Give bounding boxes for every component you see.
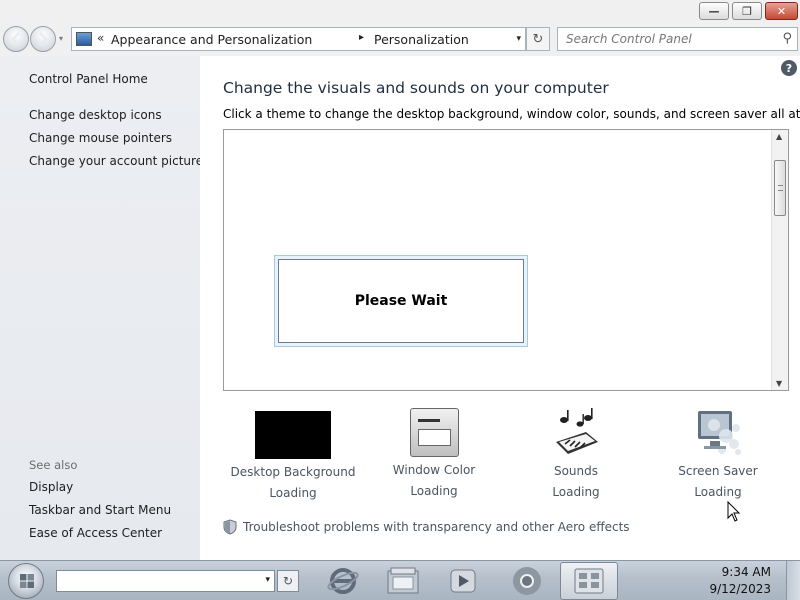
sounds-icon bbox=[556, 408, 598, 454]
breadcrumb-separator-icon[interactable]: ▸ bbox=[359, 32, 364, 43]
change-desktop-icons-link[interactable]: Change desktop icons bbox=[29, 108, 162, 122]
chrome-icon[interactable] bbox=[498, 562, 556, 600]
minimize-button[interactable]: — bbox=[699, 2, 729, 20]
taskbar-start-menu-link[interactable]: Taskbar and Start Menu bbox=[29, 503, 171, 517]
go-icon: ↻ bbox=[282, 574, 294, 588]
please-wait-dialog: Please Wait bbox=[274, 255, 528, 347]
sounds-status: Loading bbox=[552, 485, 600, 499]
screen-saver-option[interactable]: Screen Saver Loading bbox=[643, 408, 793, 499]
taskbar-go-button[interactable]: ↻ bbox=[277, 570, 299, 592]
refresh-icon: ↻ bbox=[532, 31, 544, 47]
taskbar: ▾ ↻ 9:34 AM 9/12/2023 bbox=[0, 560, 800, 600]
screen-saver-label[interactable]: Screen Saver bbox=[643, 464, 793, 478]
screen-saver-status: Loading bbox=[694, 485, 742, 499]
screen-saver-icon bbox=[698, 411, 741, 455]
scroll-down-icon[interactable]: ▼ bbox=[776, 379, 782, 388]
back-arrow-icon bbox=[11, 32, 20, 46]
control-panel-taskbar-button[interactable] bbox=[560, 562, 618, 600]
left-navigation-pane: Control Panel Home Change desktop icons … bbox=[0, 56, 203, 560]
breadcrumb-appearance[interactable]: Appearance and Personalization bbox=[111, 32, 312, 47]
control-panel-icon bbox=[76, 32, 92, 46]
maximize-icon: ❐ bbox=[742, 4, 752, 18]
back-button[interactable] bbox=[3, 26, 29, 52]
theme-list[interactable]: Please Wait ▲ ▼ bbox=[223, 129, 789, 391]
recent-pages-dropdown-icon[interactable]: ▾ bbox=[59, 34, 63, 43]
scrollbar-thumb[interactable] bbox=[774, 160, 786, 216]
sounds-label[interactable]: Sounds bbox=[501, 464, 651, 478]
maximize-button[interactable]: ❐ bbox=[732, 2, 762, 20]
sounds-option[interactable]: Sounds Loading bbox=[501, 408, 651, 499]
change-mouse-pointers-link[interactable]: Change mouse pointers bbox=[29, 131, 172, 145]
address-overflow-chevron-icon[interactable]: « bbox=[97, 31, 104, 45]
troubleshoot-aero-link[interactable]: Troubleshoot problems with transparency … bbox=[223, 519, 630, 535]
media-player-icon[interactable] bbox=[434, 562, 492, 600]
see-also-heading: See also bbox=[29, 458, 78, 472]
close-icon: ✕ bbox=[776, 4, 787, 18]
please-wait-message: Please Wait bbox=[278, 259, 524, 343]
troubleshoot-aero-text[interactable]: Troubleshoot problems with transparency … bbox=[243, 520, 630, 534]
search-icon[interactable]: ⚲ bbox=[782, 31, 792, 46]
clock-date: 9/12/2023 bbox=[709, 582, 771, 596]
taskbar-address-dropdown-icon[interactable]: ▾ bbox=[265, 575, 270, 585]
change-account-picture-link[interactable]: Change your account picture bbox=[29, 154, 203, 168]
mouse-cursor-icon bbox=[727, 501, 741, 522]
control-panel-icon bbox=[574, 568, 604, 594]
breadcrumb-personalization[interactable]: Personalization bbox=[374, 32, 469, 47]
refresh-button[interactable]: ↻ bbox=[526, 27, 550, 51]
navigation-bar: ▾ « Appearance and Personalization ▸ Per… bbox=[0, 24, 800, 54]
desktop-background-icon bbox=[255, 411, 331, 459]
display-link[interactable]: Display bbox=[29, 480, 73, 494]
start-button[interactable] bbox=[8, 563, 44, 599]
window-controls: — ❐ ✕ bbox=[699, 2, 798, 20]
window-color-label[interactable]: Window Color bbox=[359, 463, 509, 477]
title-bar: — ❐ ✕ bbox=[0, 0, 800, 24]
search-box[interactable]: ⚲ bbox=[557, 27, 798, 51]
windows-logo-icon bbox=[20, 574, 34, 588]
internet-explorer-icon[interactable] bbox=[314, 562, 372, 600]
ease-of-access-link[interactable]: Ease of Access Center bbox=[29, 526, 162, 540]
forward-button[interactable] bbox=[30, 26, 56, 52]
window-color-status: Loading bbox=[410, 484, 458, 498]
taskbar-address-toolbar[interactable]: ▾ bbox=[56, 570, 275, 592]
desktop-background-option[interactable]: Desktop Background Loading bbox=[218, 408, 368, 500]
main-content: ? Change the visuals and sounds on your … bbox=[200, 56, 800, 560]
clock-time: 9:34 AM bbox=[721, 565, 771, 579]
shield-icon bbox=[223, 519, 237, 535]
file-explorer-icon[interactable] bbox=[374, 562, 432, 600]
control-panel-home-link[interactable]: Control Panel Home bbox=[29, 72, 148, 86]
forward-arrow-icon bbox=[39, 32, 48, 46]
help-icon[interactable]: ? bbox=[781, 60, 797, 76]
show-desktop-button[interactable] bbox=[786, 561, 800, 600]
window-color-icon bbox=[409, 408, 459, 457]
desktop-background-label[interactable]: Desktop Background bbox=[218, 465, 368, 479]
theme-list-scrollbar[interactable]: ▲ ▼ bbox=[771, 130, 788, 390]
system-clock[interactable]: 9:34 AM 9/12/2023 bbox=[709, 564, 771, 598]
desktop-background-status: Loading bbox=[269, 486, 317, 500]
close-button[interactable]: ✕ bbox=[765, 2, 798, 20]
search-input[interactable] bbox=[558, 28, 773, 50]
page-description: Click a theme to change the desktop back… bbox=[223, 107, 800, 121]
minimize-icon: — bbox=[708, 4, 720, 18]
window-color-option[interactable]: Window Color Loading bbox=[359, 408, 509, 498]
scroll-up-icon[interactable]: ▲ bbox=[776, 132, 782, 141]
address-dropdown-icon[interactable]: ▾ bbox=[516, 34, 521, 44]
address-bar[interactable]: « Appearance and Personalization ▸ Perso… bbox=[71, 27, 526, 51]
page-title: Change the visuals and sounds on your co… bbox=[223, 79, 609, 97]
